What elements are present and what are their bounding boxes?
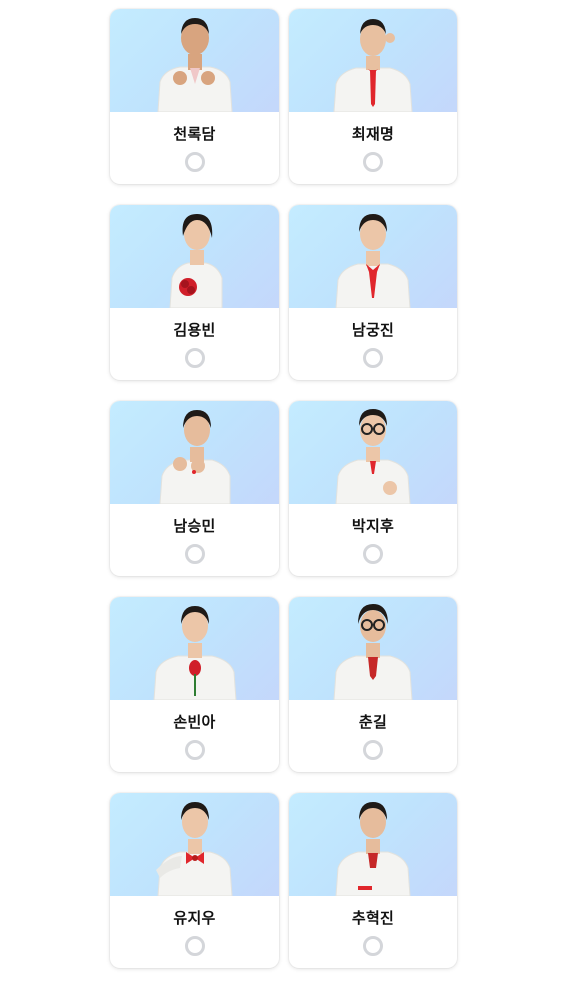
vote-radio[interactable] — [184, 152, 205, 172]
vote-radio[interactable] — [184, 544, 205, 564]
candidate-portrait-icon — [335, 214, 411, 308]
vote-radio[interactable] — [363, 740, 383, 760]
candidate-card[interactable]: 추혁진 — [289, 793, 457, 968]
candidate-card[interactable]: 유지우 — [110, 793, 279, 968]
candidate-name: 천록담 — [173, 125, 216, 143]
candidate-card[interactable]: 손빈아 — [110, 597, 279, 772]
candidate-portrait-icon — [156, 18, 233, 112]
candidate-photo — [110, 597, 279, 700]
candidate-card[interactable]: 최재명 — [289, 9, 457, 184]
candidate-photo — [289, 597, 457, 700]
vote-radio[interactable] — [363, 936, 383, 956]
candidate-card[interactable]: 남승민 — [110, 401, 279, 576]
candidate-photo — [289, 9, 457, 112]
vote-radio[interactable] — [363, 348, 383, 368]
candidate-photo — [289, 793, 457, 896]
vote-radio[interactable] — [363, 152, 383, 172]
candidate-name: 박지후 — [351, 517, 395, 535]
candidate-name: 춘길 — [358, 713, 388, 731]
candidate-portrait-icon — [158, 410, 230, 504]
candidate-photo — [289, 401, 457, 504]
candidate-photo — [110, 401, 279, 504]
candidate-name: 추혁진 — [351, 909, 395, 927]
vote-radio[interactable] — [184, 936, 205, 956]
candidate-name: 김용빈 — [173, 321, 216, 339]
candidate-portrait-icon — [333, 19, 413, 112]
candidate-portrait-icon — [152, 606, 237, 700]
candidate-name: 최재명 — [351, 125, 395, 143]
candidate-portrait-icon — [155, 802, 233, 896]
vote-radio[interactable] — [363, 544, 383, 564]
candidate-photo — [110, 793, 279, 896]
vote-radio[interactable] — [184, 740, 205, 760]
candidate-card[interactable]: 천록담 — [110, 9, 279, 184]
candidate-portrait-icon — [335, 802, 411, 896]
candidate-name: 남궁진 — [351, 321, 395, 339]
candidate-card[interactable]: 춘길 — [289, 597, 457, 772]
candidate-portrait-icon — [335, 409, 411, 504]
candidate-portrait-icon — [168, 214, 222, 308]
candidate-grid: 천록담 최재명 김용빈 남궁진 남승민 박지후 손빈아 춘길 유지우 추혁진 — [110, 9, 457, 968]
candidate-name: 유지우 — [173, 909, 216, 927]
candidate-name: 손빈아 — [173, 713, 216, 731]
candidate-card[interactable]: 남궁진 — [289, 205, 457, 380]
candidate-photo — [110, 205, 279, 308]
candidate-portrait-icon — [333, 604, 413, 700]
candidate-photo — [110, 9, 279, 112]
candidate-photo — [289, 205, 457, 308]
candidate-card[interactable]: 박지후 — [289, 401, 457, 576]
candidate-card[interactable]: 김용빈 — [110, 205, 279, 380]
candidate-name: 남승민 — [173, 517, 216, 535]
vote-radio[interactable] — [184, 348, 205, 368]
